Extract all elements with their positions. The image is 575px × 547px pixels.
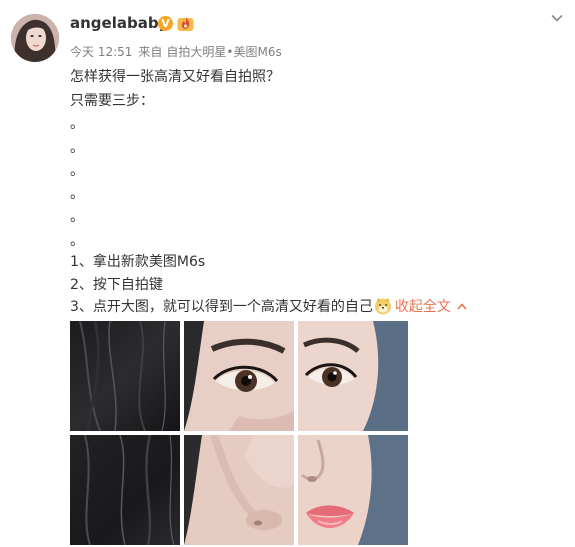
post-text-line: 。: [70, 233, 84, 249]
post-text-line: 1、拿出新款美图M6s: [70, 254, 206, 270]
post-text-line: 。: [70, 186, 84, 202]
image-thumb-hair-1[interactable]: [70, 321, 180, 431]
post-text-line: 怎样获得一张高清又好看自拍照？: [70, 69, 280, 85]
chevron-down-icon[interactable]: [551, 14, 563, 22]
image-thumb-lips[interactable]: [298, 435, 408, 545]
image-thumb-eye-left[interactable]: [184, 321, 294, 431]
image-thumb-eye-right[interactable]: [298, 321, 408, 431]
post-text-line: 只需要三步：: [70, 93, 154, 109]
post-text-line: 。: [70, 140, 84, 156]
post-text-last: 3、点开大图，就可以得到一个高清又好看的自己: [70, 299, 373, 315]
collapse-text-link[interactable]: 收起全文: [395, 299, 467, 315]
verified-icon: V: [158, 16, 173, 31]
post-text-line: 。: [70, 163, 84, 179]
post-text-last-line: 3、点开大图，就可以得到一个高清又好看的自己 收起全文: [70, 296, 467, 316]
flame-badge-icon[interactable]: [177, 15, 194, 32]
avatar[interactable]: [11, 14, 59, 62]
post-source[interactable]: 自拍大明星•美图M6s: [166, 45, 281, 59]
source-prefix: 来自: [138, 45, 163, 59]
post-text-line: 。: [70, 209, 84, 225]
post-text-line: 2、按下自拍键: [70, 277, 163, 293]
chevron-up-icon[interactable]: [457, 303, 467, 310]
collapse-label[interactable]: 收起全文: [395, 299, 451, 315]
image-thumb-nose[interactable]: [184, 435, 294, 545]
post-text-line: 。: [70, 116, 84, 132]
post-meta: 今天 12:51 来自 自拍大明星•美图M6s: [70, 43, 288, 60]
post-time[interactable]: 今天 12:51: [70, 45, 132, 59]
image-grid: [70, 321, 410, 547]
username-link[interactable]: angelababy: [70, 14, 168, 32]
doge-emoji-icon: [374, 297, 391, 315]
image-thumb-hair-2[interactable]: [70, 435, 180, 545]
